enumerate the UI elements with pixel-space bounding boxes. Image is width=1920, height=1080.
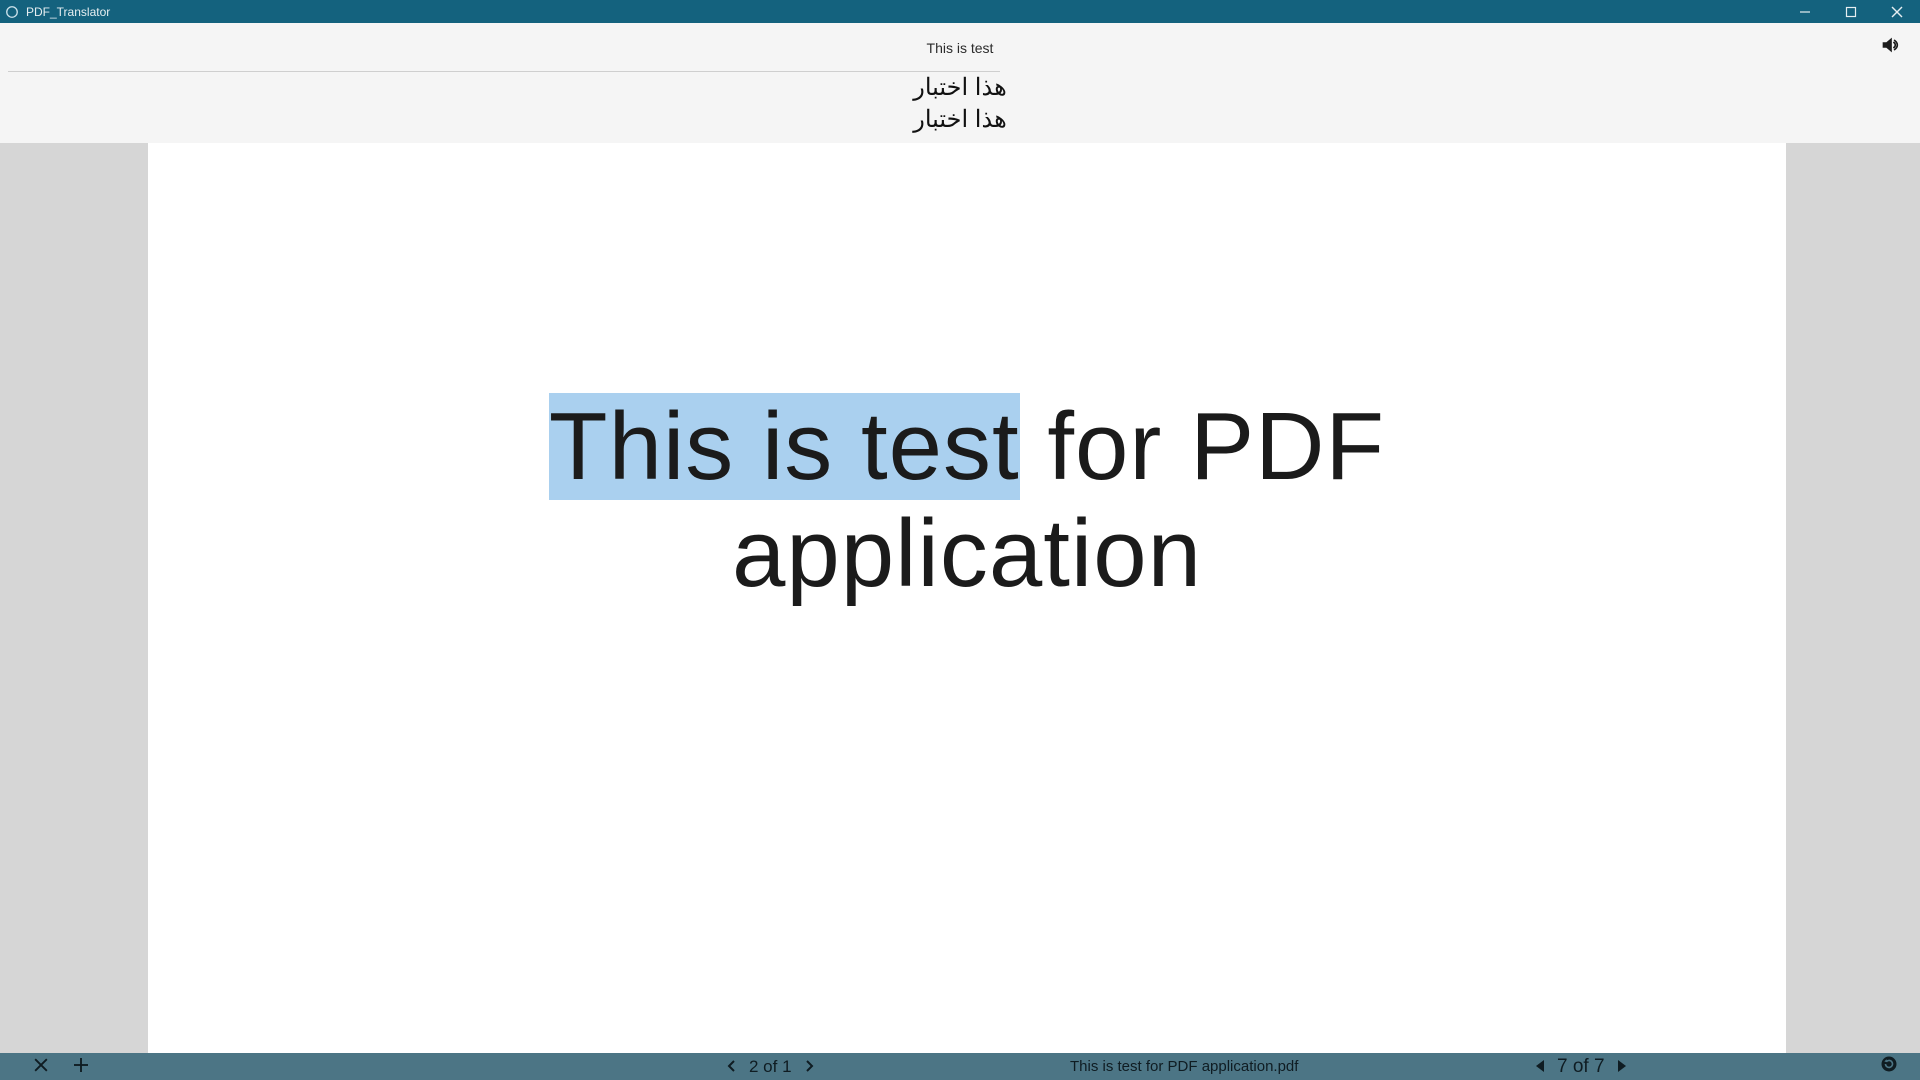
close-icon	[34, 1057, 48, 1077]
plus-icon	[74, 1057, 88, 1077]
triangle-left-icon	[1536, 1056, 1546, 1078]
titlebar: PDF_Translator	[0, 0, 1920, 23]
app-icon	[4, 4, 20, 20]
refresh-icon	[1880, 1058, 1898, 1077]
close-tab-button[interactable]	[32, 1058, 50, 1076]
refresh-button[interactable]	[1880, 1055, 1898, 1078]
statusbar: 2 of 1 This is test for PDF application.…	[0, 1053, 1920, 1080]
selection-next-button[interactable]	[802, 1060, 816, 1074]
selection-counter: 2 of 1	[749, 1057, 792, 1077]
document-filename: This is test for PDF application.pdf	[1070, 1058, 1298, 1075]
minimize-button[interactable]	[1782, 0, 1828, 23]
add-tab-button[interactable]	[72, 1058, 90, 1076]
target-line-2: هذا اختبار	[0, 104, 1920, 136]
page-counter-group: 7 of 7	[1535, 1056, 1627, 1078]
chevron-right-icon	[803, 1057, 815, 1077]
page-content[interactable]: This is test for PDF application	[148, 393, 1786, 608]
page-text-rest[interactable]: for PDF	[1020, 393, 1385, 500]
speaker-icon	[1879, 34, 1901, 61]
source-row: This is test	[0, 23, 1920, 72]
source-underline	[8, 71, 1000, 72]
close-button[interactable]	[1874, 0, 1920, 23]
selection-prev-button[interactable]	[725, 1060, 739, 1074]
page-prev-button[interactable]	[1535, 1061, 1547, 1073]
speak-button[interactable]	[1878, 35, 1902, 59]
document-viewport[interactable]: This is test for PDF application	[0, 143, 1920, 1080]
target-rows: هذا اختبار هذا اختبار	[0, 72, 1920, 143]
source-text: This is test	[927, 40, 994, 56]
statusbar-left	[0, 1058, 90, 1076]
page-next-button[interactable]	[1615, 1061, 1627, 1073]
page-text-line2[interactable]: application	[732, 500, 1202, 607]
window-title: PDF_Translator	[26, 5, 110, 19]
page-counter: 7 of 7	[1557, 1056, 1605, 1078]
selected-text[interactable]: This is test	[549, 393, 1020, 500]
translation-panel: This is test هذا اختبار هذا اختبار	[0, 23, 1920, 143]
maximize-button[interactable]	[1828, 0, 1874, 23]
chevron-left-icon	[726, 1057, 738, 1077]
target-line-1: هذا اختبار	[0, 72, 1920, 104]
window-buttons	[1782, 0, 1920, 23]
triangle-right-icon	[1616, 1056, 1626, 1078]
selection-counter-group: 2 of 1	[725, 1057, 816, 1077]
pdf-page[interactable]: This is test for PDF application	[148, 143, 1786, 1080]
